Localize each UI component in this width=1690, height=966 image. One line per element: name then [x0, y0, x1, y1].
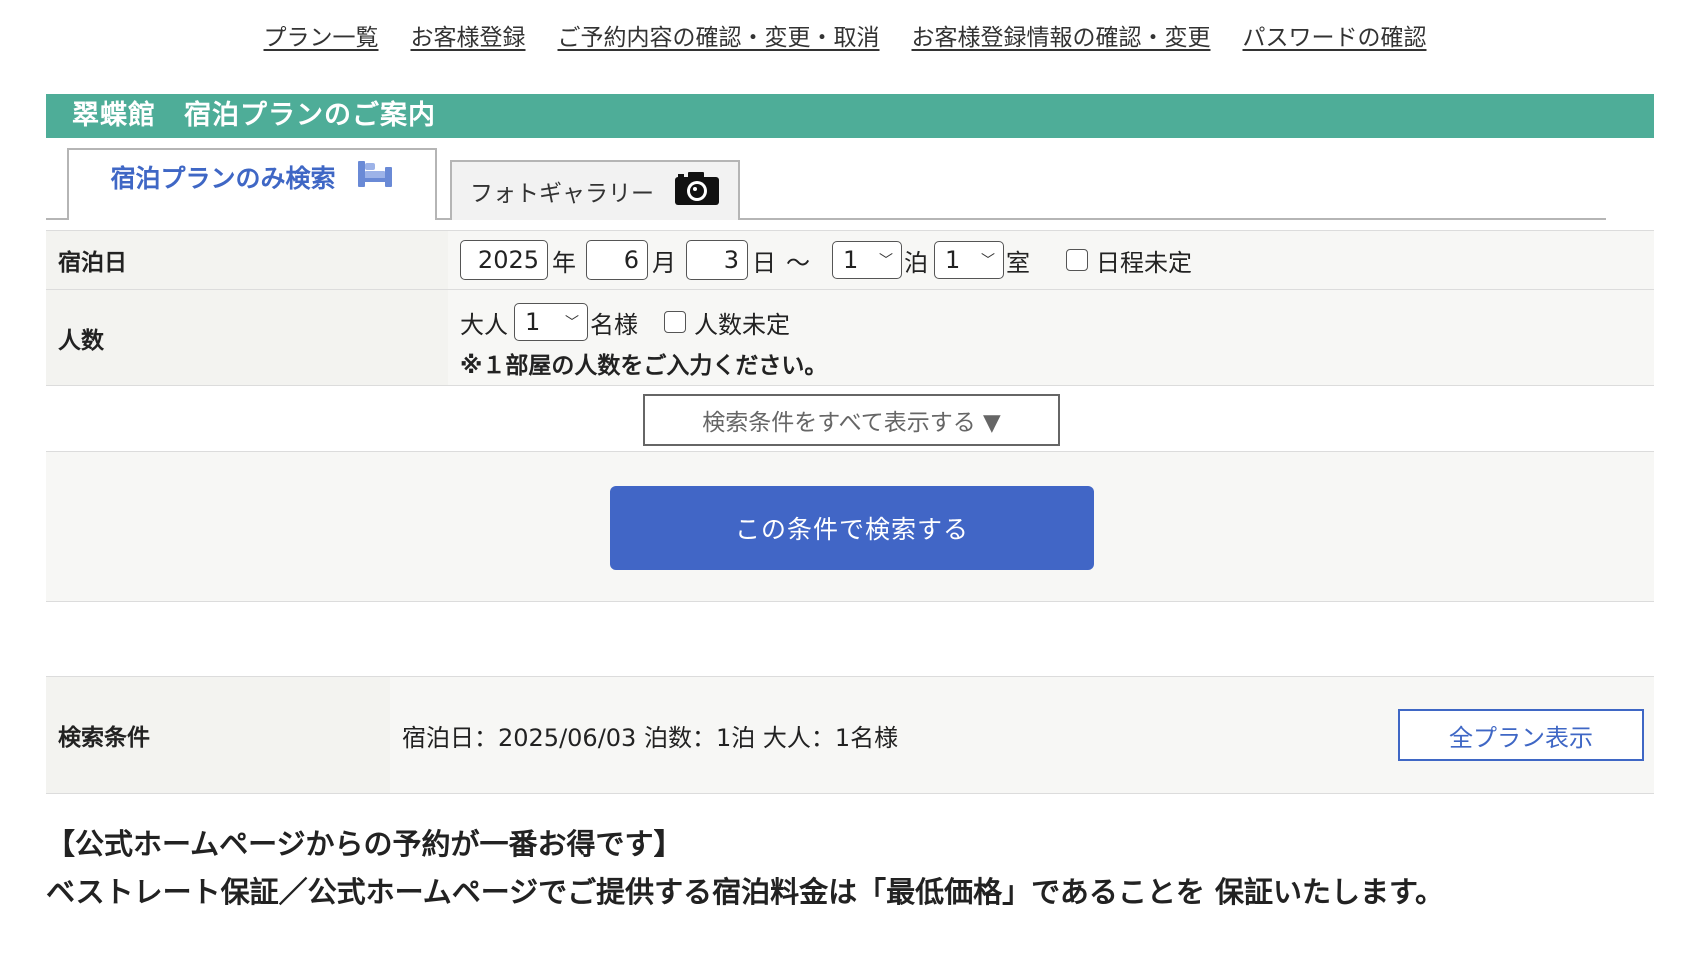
show-all-conditions-button[interactable]: 検索条件をすべて表示する ▼ — [643, 394, 1060, 446]
tab-plan-search-label: 宿泊プランのみ検索 — [110, 164, 336, 193]
guests-undecided-checkbox[interactable] — [664, 311, 686, 333]
date-undecided-checkbox[interactable] — [1066, 249, 1088, 271]
adults-select[interactable]: 1 ﹀ — [514, 303, 588, 341]
chevron-down-icon: ﹀ — [981, 253, 995, 269]
adults-value: 1 — [525, 308, 541, 336]
rooms-value: 1 — [945, 246, 961, 274]
date-undecided-label: 日程未定 — [1096, 248, 1192, 277]
adults-label: 大人 — [460, 310, 508, 339]
nights-select[interactable]: 1 ﹀ — [832, 241, 902, 279]
top-navigation: プラン一覧 お客様登録 ご予約内容の確認・変更・取消 お客様登録情報の確認・変更… — [0, 18, 1690, 52]
nav-link-customer-registration[interactable]: お客様登録 — [411, 18, 526, 52]
day-input[interactable]: 3 — [686, 240, 748, 280]
stay-date-row: 宿泊日 2025 年 6 月 3 日 〜 1 ﹀ 泊 1 ﹀ 室 日程未定 — [46, 230, 1654, 290]
tab-photo-gallery-label: フォトギャラリー — [470, 181, 654, 207]
stay-date-controls: 2025 年 6 月 3 日 〜 1 ﹀ 泊 1 ﹀ 室 日程未定 — [448, 231, 1654, 289]
date-range-tilde: 〜 — [786, 248, 810, 277]
guests-controls: 大人 1 ﹀ 名様 人数未定 ※１部屋の人数をご入力ください。 — [448, 290, 1654, 385]
chevron-down-icon: ﹀ — [879, 253, 893, 269]
nav-link-password-check[interactable]: パスワードの確認 — [1243, 18, 1427, 52]
promo-heading: 【公式ホームページからの予約が一番お得です】 — [46, 827, 683, 861]
guests-note: ※１部屋の人数をご入力ください。 — [460, 353, 828, 379]
search-button[interactable]: この条件で検索する — [610, 486, 1094, 570]
guests-row: 人数 大人 1 ﹀ 名様 人数未定 ※１部屋の人数をご入力ください。 — [46, 290, 1654, 386]
month-input[interactable]: 6 — [586, 240, 648, 280]
nights-unit: 泊 — [904, 248, 928, 277]
search-summary-row: 検索条件 宿泊日：2025/06/03 泊数：1泊 大人：1名様 全プラン表示 — [46, 676, 1654, 794]
year-input[interactable]: 2025 — [460, 240, 548, 280]
guests-undecided-label: 人数未定 — [694, 310, 790, 339]
month-unit: 月 — [652, 248, 676, 277]
chevron-down-icon: ﹀ — [565, 315, 579, 331]
nav-link-customer-info-check[interactable]: お客様登録情報の確認・変更 — [912, 18, 1211, 52]
nights-value: 1 — [843, 246, 859, 274]
guests-label: 人数 — [46, 290, 448, 385]
rooms-unit: 室 — [1006, 248, 1030, 277]
year-unit: 年 — [552, 248, 576, 277]
promo-block: 【公式ホームページからの予約が一番お得です】 ベストレート保証／公式ホームページ… — [46, 820, 1666, 916]
tab-plan-search[interactable]: 宿泊プランのみ検索 — [67, 148, 437, 220]
nav-link-plan-list[interactable]: プラン一覧 — [264, 18, 379, 52]
adults-unit: 名様 — [590, 310, 638, 339]
day-unit: 日 — [752, 248, 776, 277]
nav-link-reservation-check[interactable]: ご予約内容の確認・変更・取消 — [558, 18, 880, 52]
conditions-toggle-row: 検索条件をすべて表示する ▼ — [46, 386, 1654, 452]
stay-date-label: 宿泊日 — [46, 231, 448, 289]
bed-icon — [356, 159, 394, 195]
search-summary-body: 宿泊日：2025/06/03 泊数：1泊 大人：1名様 全プラン表示 — [390, 677, 1654, 793]
search-summary-label: 検索条件 — [46, 677, 390, 793]
promo-text: ベストレート保証／公式ホームページでご提供する宿泊料金は「最低価格」であることを… — [46, 875, 1445, 909]
show-all-plans-button[interactable]: 全プラン表示 — [1398, 709, 1644, 761]
rooms-select[interactable]: 1 ﹀ — [934, 241, 1004, 279]
tab-photo-gallery[interactable]: フォトギャラリー — [450, 160, 740, 220]
camera-icon — [674, 170, 720, 212]
page-title-bar: 翠蝶館 宿泊プランのご案内 — [46, 94, 1654, 138]
search-button-row: この条件で検索する — [46, 452, 1654, 602]
